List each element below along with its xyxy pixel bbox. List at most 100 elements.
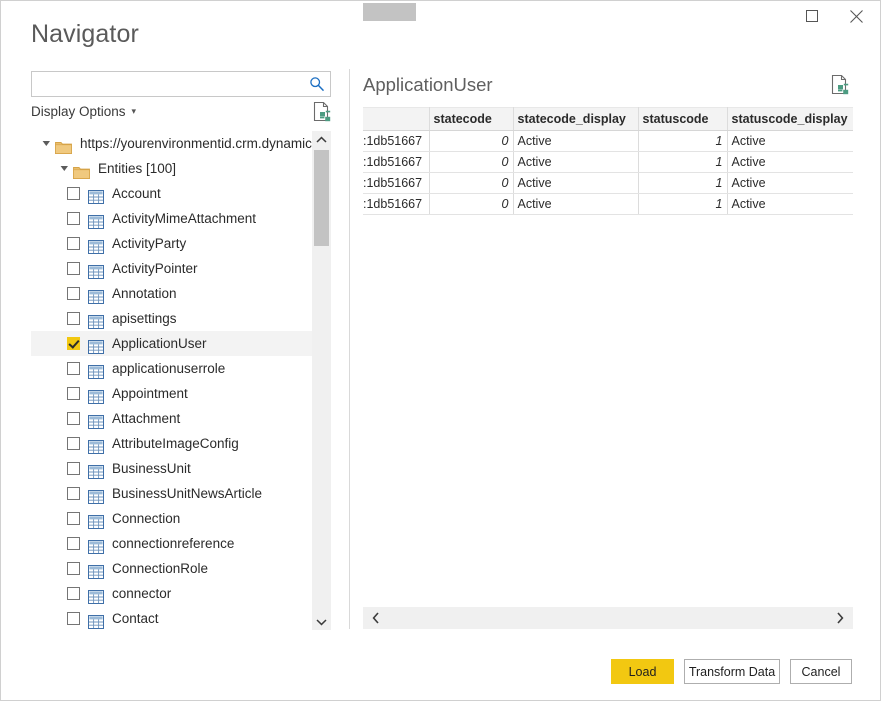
tree-item-row[interactable]: ActivityPointer (31, 256, 331, 281)
tree-item-row[interactable]: Attachment (31, 406, 331, 431)
display-options-dropdown[interactable]: Display Options ▾ (31, 104, 136, 119)
table-icon (88, 437, 104, 454)
table-icon (88, 487, 104, 504)
table-cell[interactable]: Active (727, 172, 853, 194)
checkbox-unchecked[interactable] (67, 537, 80, 550)
table-cell[interactable]: Active (513, 130, 639, 152)
tree-item-row[interactable]: Annotation (31, 281, 331, 306)
load-button[interactable]: Load (611, 659, 674, 684)
column-header[interactable]: statecode_display (513, 107, 639, 131)
table-cell[interactable]: 1 (638, 130, 728, 152)
tree-item-row[interactable]: ActivityParty (31, 231, 331, 256)
tree-item-row[interactable]: applicationuserrole (31, 356, 331, 381)
tree-item-row[interactable]: Connection (31, 506, 331, 531)
table-cell[interactable]: :1db51667 (363, 172, 430, 194)
expander-icon (42, 141, 50, 146)
checkbox-unchecked[interactable] (67, 412, 80, 425)
checkbox-unchecked[interactable] (67, 487, 80, 500)
refresh-preview-icon[interactable] (312, 101, 332, 123)
table-cell[interactable]: 1 (638, 151, 728, 173)
table-row[interactable]: :1db51667 0 Active 1 Active (363, 193, 853, 215)
table-icon (88, 364, 104, 379)
table-cell[interactable]: 1 (638, 193, 728, 215)
tree-item-row[interactable]: ActivityMimeAttachment (31, 206, 331, 231)
table-row[interactable]: :1db51667 0 Active 1 Active (363, 172, 853, 194)
checkbox-unchecked[interactable] (67, 262, 80, 275)
tree-item-row[interactable]: BusinessUnitNewsArticle (31, 481, 331, 506)
search-icon[interactable] (309, 76, 325, 97)
table-cell[interactable]: Active (727, 130, 853, 152)
table-cell[interactable]: :1db51667 (363, 130, 430, 152)
table-row[interactable]: :1db51667 0 Active 1 Active (363, 151, 853, 173)
transform-data-button[interactable]: Transform Data (684, 659, 780, 684)
table-cell[interactable]: Active (727, 151, 853, 173)
preview-grid[interactable]: statecode statecode_display statuscode stat… (363, 107, 853, 215)
cancel-button[interactable]: Cancel (790, 659, 852, 684)
tree-item-row[interactable]: Appointment (31, 381, 331, 406)
table-cell[interactable]: 0 (429, 130, 514, 152)
checkbox-unchecked[interactable] (67, 587, 80, 600)
checkbox-unchecked[interactable] (67, 612, 80, 625)
table-cell[interactable]: Active (513, 193, 639, 215)
table-cell[interactable]: :1db51667 (363, 151, 430, 173)
table-cell[interactable]: 0 (429, 172, 514, 194)
tree-item-row[interactable]: AttributeImageConfig (31, 431, 331, 456)
column-header[interactable]: statuscode (638, 107, 728, 131)
checkbox-unchecked[interactable] (67, 312, 80, 325)
tree-item-label: Appointment (112, 386, 188, 401)
expander-icon[interactable] (59, 164, 69, 174)
table-icon (88, 187, 104, 204)
checkbox-unchecked[interactable] (67, 287, 80, 300)
table-cell[interactable]: Active (513, 151, 639, 173)
checkbox-unchecked[interactable] (67, 387, 80, 400)
preview-scrollbar-thumb[interactable] (363, 3, 416, 21)
entity-tree[interactable]: https://yourenvironmentid.crm.dynamics..… (31, 131, 331, 631)
checkbox-unchecked[interactable] (67, 237, 80, 250)
table-row[interactable]: :1db51667 0 Active 1 Active (363, 130, 853, 152)
column-header[interactable] (363, 107, 430, 131)
scroll-right-button[interactable] (827, 607, 853, 629)
tree-item-row[interactable]: BusinessUnit (31, 456, 331, 481)
search-box[interactable] (31, 71, 331, 97)
table-cell[interactable]: 0 (429, 193, 514, 215)
search-input[interactable] (37, 72, 302, 96)
tree-item-row[interactable]: ConnectionRole (31, 556, 331, 581)
tree-vertical-scrollbar[interactable] (312, 131, 331, 630)
table-cell[interactable]: Active (513, 172, 639, 194)
checkbox-unchecked[interactable] (67, 437, 80, 450)
table-cell[interactable]: :1db51667 (363, 193, 430, 215)
scroll-down-button[interactable] (312, 613, 331, 630)
tree-folder-row[interactable]: https://yourenvironmentid.crm.dynamics..… (31, 131, 331, 156)
tree-item-row[interactable]: ApplicationUser (31, 331, 331, 356)
table-cell[interactable]: 0 (429, 151, 514, 173)
checkbox-unchecked[interactable] (67, 562, 80, 575)
refresh-preview-icon[interactable] (830, 74, 850, 96)
column-header[interactable]: statecode (429, 107, 514, 131)
column-header[interactable]: statuscode_display (727, 107, 853, 131)
checkbox-unchecked[interactable] (67, 212, 80, 225)
scroll-up-button[interactable] (312, 131, 331, 148)
table-icon (88, 614, 104, 629)
table-icon (88, 262, 104, 279)
tree-item-label: BusinessUnitNewsArticle (112, 486, 263, 501)
tree-item-row[interactable]: apisettings (31, 306, 331, 331)
checkbox-unchecked[interactable] (67, 362, 80, 375)
tree-item-row[interactable]: Account (31, 181, 331, 206)
tree-item-row[interactable]: connectionreference (31, 531, 331, 556)
table-cell[interactable]: 1 (638, 172, 728, 194)
scroll-left-button[interactable] (363, 607, 389, 629)
checkbox-unchecked[interactable] (67, 187, 80, 200)
checkbox-unchecked[interactable] (67, 462, 80, 475)
tree-item-row[interactable]: Contact (31, 606, 331, 631)
checkbox-checked[interactable] (67, 337, 80, 350)
preview-horizontal-scrollbar[interactable] (363, 607, 853, 629)
maximize-button[interactable] (790, 1, 834, 31)
close-button[interactable] (834, 1, 878, 31)
tree-folder-row[interactable]: Entities [100] (31, 156, 331, 181)
tree-scrollbar-thumb[interactable] (314, 150, 329, 246)
checkbox-unchecked[interactable] (67, 512, 80, 525)
tree-item-label: ActivityPointer (112, 261, 198, 276)
tree-item-row[interactable]: connector (31, 581, 331, 606)
expander-icon[interactable] (41, 139, 51, 149)
table-cell[interactable]: Active (727, 193, 853, 215)
